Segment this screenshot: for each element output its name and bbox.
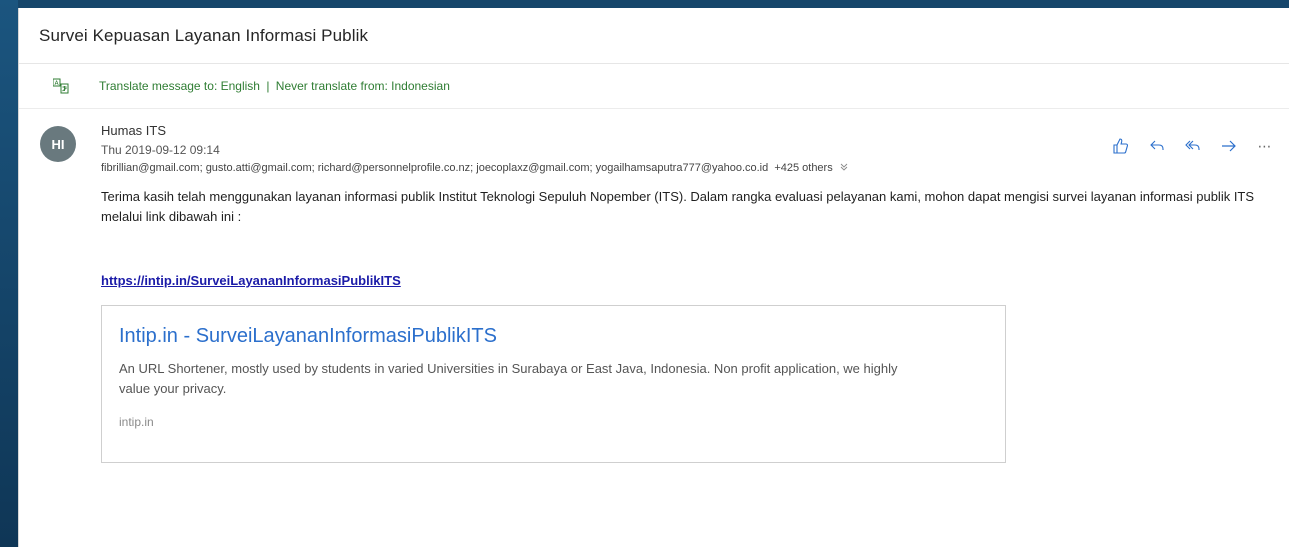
link-preview-card[interactable]: Intip.in - SurveiLayananInformasiPublikI… bbox=[101, 305, 1006, 463]
reading-pane: Survei Kepuasan Layanan Informasi Publik… bbox=[18, 8, 1289, 547]
message-header: HI Humas ITS Thu 2019-09-12 09:14 fibril… bbox=[19, 109, 1289, 187]
preview-domain: intip.in bbox=[119, 415, 154, 429]
translate-message-link[interactable]: Translate message to: English bbox=[99, 79, 260, 93]
preview-description: An URL Shortener, mostly used by student… bbox=[119, 361, 898, 396]
like-icon[interactable] bbox=[1110, 135, 1132, 157]
reply-all-icon[interactable] bbox=[1182, 135, 1204, 157]
forward-icon[interactable] bbox=[1218, 135, 1240, 157]
translate-icon: A bbox=[52, 78, 69, 94]
message-actions: ⋯ bbox=[1110, 135, 1276, 157]
translate-links: Translate message to: English | Never tr… bbox=[99, 79, 450, 93]
expand-recipients-icon[interactable] bbox=[840, 163, 848, 174]
recipients-line: fibrillian@gmail.com; gusto.atti@gmail.c… bbox=[101, 162, 848, 174]
desktop-background bbox=[0, 0, 18, 547]
survey-link[interactable]: https://intip.in/SurveiLayananInformasiP… bbox=[101, 271, 401, 291]
preview-title[interactable]: Intip.in - SurveiLayananInformasiPublikI… bbox=[119, 326, 988, 346]
email-subject: Survei Kepuasan Layanan Informasi Publik bbox=[39, 25, 369, 45]
body-paragraph: Terima kasih telah menggunakan layanan i… bbox=[101, 189, 1255, 224]
avatar[interactable]: HI bbox=[40, 126, 76, 162]
translate-bar: A Translate message to: English | Never … bbox=[19, 64, 1289, 109]
reply-icon[interactable] bbox=[1146, 135, 1168, 157]
recipients-more[interactable]: +425 others bbox=[774, 162, 832, 174]
sender-name[interactable]: Humas ITS bbox=[101, 123, 166, 138]
message-date: Thu 2019-09-12 09:14 bbox=[101, 143, 220, 157]
message-body: Terima kasih telah menggunakan layanan i… bbox=[19, 187, 1289, 463]
translate-separator: | bbox=[266, 79, 270, 93]
recipients-list: fibrillian@gmail.com; gusto.atti@gmail.c… bbox=[101, 162, 769, 174]
more-icon[interactable]: ⋯ bbox=[1254, 135, 1276, 157]
subject-bar: Survei Kepuasan Layanan Informasi Publik bbox=[19, 8, 1289, 64]
never-translate-link[interactable]: Never translate from: Indonesian bbox=[276, 79, 450, 93]
